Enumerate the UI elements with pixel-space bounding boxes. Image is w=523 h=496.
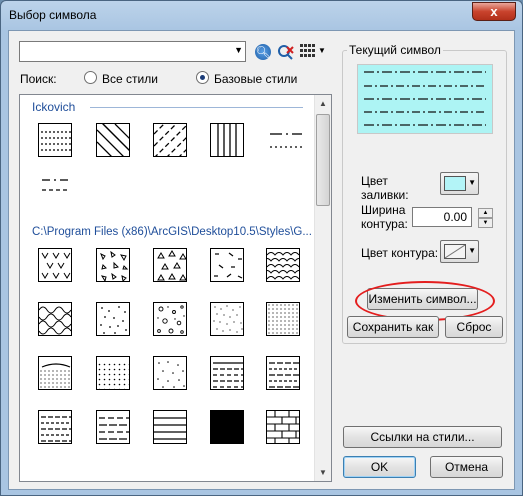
symbol-sparse-dashes[interactable] [210,248,244,282]
outline-color-label: Цвет контура: [361,246,439,260]
search-combobox[interactable]: ▼ [19,41,246,62]
symbol-waves[interactable] [38,302,72,336]
symbol-segmented-lines[interactable] [266,356,300,390]
search-icon[interactable]: 🔍︎ [255,44,271,60]
outline-width-input[interactable]: 0.00 [412,207,472,227]
symbol-diagonal-hatch[interactable] [96,123,130,157]
symbol-brick-dashes[interactable] [210,356,244,390]
current-symbol-title: Текущий символ [347,43,443,57]
fill-color-swatch [444,176,466,191]
symbol-dashed-diagonal[interactable] [153,123,187,157]
fill-color-button[interactable]: ▼ [440,172,479,195]
close-icon: x [490,4,498,19]
clear-search-icon[interactable] [277,44,295,61]
symbol-dashed-horizontal[interactable] [96,410,130,444]
symbol-fine-dots[interactable] [210,302,244,336]
symbol-dot-clusters[interactable] [96,302,130,336]
symbol-vertical-lines[interactable] [210,123,244,157]
spin-up-icon[interactable]: ▲ [478,208,493,218]
grid-view-icon[interactable] [299,44,317,61]
radio-base-styles-label[interactable]: Базовые стили [214,72,297,86]
symbol-gallery[interactable]: Ickovich C:\Program Files (x86)\ArcGIS\D… [19,94,332,482]
view-menu-arrow-icon[interactable]: ▼ [318,46,326,55]
group-divider [90,107,303,108]
ok-button[interactable]: OK [343,456,416,478]
scroll-down-icon[interactable]: ▼ [315,464,331,481]
symbol-dotted-with-line[interactable] [38,356,72,390]
outline-color-button[interactable]: ▼ [440,240,479,263]
spin-down-icon[interactable]: ▼ [478,218,493,228]
scroll-thumb[interactable] [316,114,330,206]
search-scope-label: Поиск: [20,72,57,86]
save-as-button[interactable]: Сохранить как [347,316,439,338]
symbol-horizontal-lines[interactable] [153,410,187,444]
symbol-brick[interactable] [266,410,300,444]
close-button[interactable]: x [472,2,516,21]
gallery-group-title: C:\Program Files (x86)\ArcGIS\Desktop10.… [32,226,312,238]
radio-base-styles[interactable] [196,71,209,84]
gallery-group-title: Ickovich [32,100,76,114]
title-bar[interactable]: Выбор символа x [1,1,522,29]
symbol-solid-black[interactable] [210,410,244,444]
symbol-dense-dots[interactable] [266,302,300,336]
symbol-triangles[interactable] [153,248,187,282]
symbol-scales[interactable] [266,248,300,282]
scroll-up-icon[interactable]: ▲ [315,95,331,112]
gallery-scrollbar[interactable]: ▲ ▼ [314,95,331,481]
window-title: Выбор символа [9,8,97,22]
symbol-preview [357,64,493,134]
symbol-dash-rows[interactable] [38,410,72,444]
chevron-down-icon: ▼ [468,178,476,187]
symbol-scattered-rocks[interactable] [96,248,130,282]
radio-all-styles-label[interactable]: Все стили [102,72,158,86]
symbol-medium-dots[interactable] [96,356,130,390]
outline-color-swatch [444,244,466,259]
symbol-gravel[interactable] [153,302,187,336]
symbol-selector-dialog: Выбор символа x ▼ 🔍︎ ▼ Поиск: Все стили [0,0,523,496]
reset-button[interactable]: Сброс [445,316,503,338]
fill-color-label: Цвет заливки: [361,174,409,202]
symbol-dashed-rows[interactable] [38,123,72,157]
symbol-v-marks[interactable] [38,248,72,282]
annotation-highlight [355,281,495,321]
style-references-button[interactable]: Ссылки на стили... [343,426,502,448]
radio-all-styles[interactable] [84,71,97,84]
outline-width-value: 0.00 [443,210,467,224]
cancel-button[interactable]: Отмена [430,456,503,478]
dialog-body: ▼ 🔍︎ ▼ Поиск: Все стили Базовые стили Ic… [8,30,515,490]
chevron-down-icon[interactable]: ▼ [234,45,243,55]
symbol-scattered-dots[interactable] [153,356,187,390]
chevron-down-icon: ▼ [468,246,476,255]
symbol-dash-dot-line[interactable] [266,123,306,157]
symbol-dash-dot-line-2[interactable] [38,168,72,202]
